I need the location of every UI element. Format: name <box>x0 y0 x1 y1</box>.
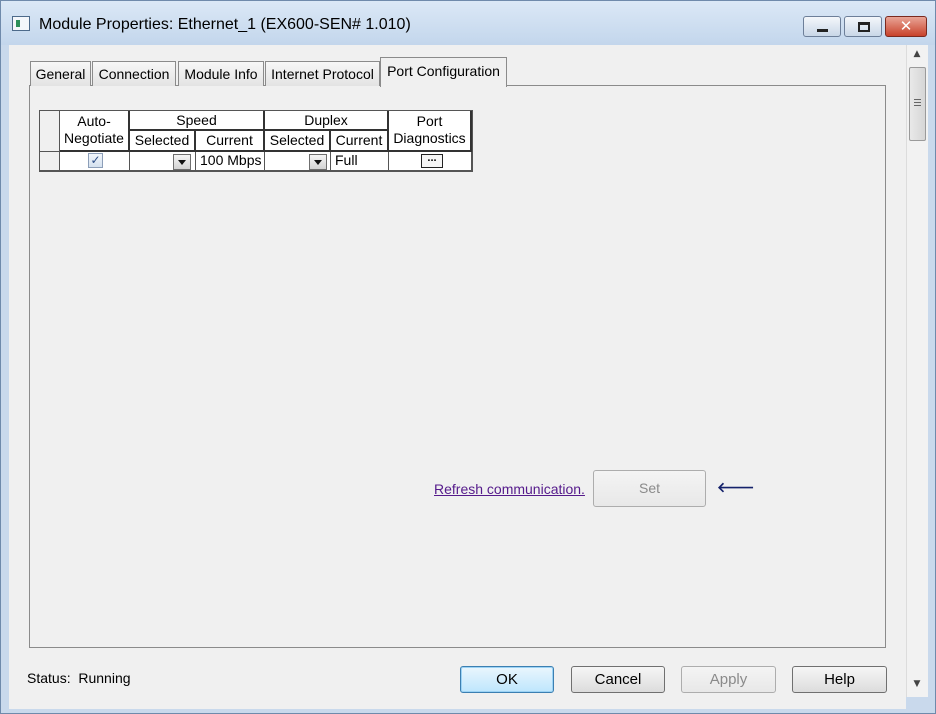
status-text: Status: Running <box>27 670 131 686</box>
port-diagnostics-button[interactable]: ... <box>421 153 443 168</box>
module-properties-window: Module Properties: Ethernet_1 (EX600-SEN… <box>0 0 936 714</box>
duplex-selected-header: Selected <box>265 131 331 152</box>
tab-internet-protocol[interactable]: Internet Protocol <box>265 61 380 86</box>
speed-selected-dropdown[interactable] <box>173 154 191 170</box>
tab-connection[interactable]: Connection <box>92 61 176 86</box>
port-configuration-table: Auto- Negotiate Speed Duplex Port Diagno… <box>39 110 473 172</box>
row-header[interactable] <box>40 152 60 171</box>
row-header-corner <box>40 111 60 152</box>
scroll-up-arrow-icon[interactable]: ▲ <box>912 49 922 59</box>
minimize-button[interactable] <box>803 16 841 37</box>
speed-current-header: Current <box>196 131 265 152</box>
auto-negotiate-header: Auto- Negotiate <box>60 111 130 152</box>
help-button[interactable]: Help <box>792 666 887 693</box>
maximize-icon <box>858 22 870 32</box>
speed-current-value: 100 Mbps <box>196 152 265 171</box>
duplex-selected-dropdown[interactable] <box>309 154 327 170</box>
title-bar[interactable]: Module Properties: Ethernet_1 (EX600-SEN… <box>1 1 935 45</box>
chevron-down-icon <box>314 160 322 165</box>
scroll-down-arrow-icon[interactable]: ▼ <box>912 679 922 689</box>
duplex-current-header: Current <box>331 131 389 152</box>
minimize-icon <box>817 29 828 32</box>
refresh-communication-link[interactable]: Refresh communication. <box>434 481 585 497</box>
duplex-header: Duplex <box>265 111 389 131</box>
window-title: Module Properties: Ethernet_1 (EX600-SEN… <box>39 16 411 33</box>
scroll-thumb[interactable] <box>909 67 926 141</box>
scroll-grip-icon <box>914 102 921 103</box>
checkmark-icon: ✓ <box>90 153 101 167</box>
apply-button[interactable]: Apply <box>681 666 776 693</box>
vertical-scrollbar[interactable]: ▲ ▼ <box>906 45 928 697</box>
module-app-icon <box>12 16 30 31</box>
close-button[interactable]: ✕ <box>885 16 927 37</box>
speed-selected-header: Selected <box>130 131 196 152</box>
set-button[interactable]: Set <box>593 470 706 507</box>
duplex-current-value: Full <box>331 152 389 171</box>
tab-module-info[interactable]: Module Info <box>178 61 264 86</box>
status-label: Status: <box>27 670 71 686</box>
speed-header: Speed <box>130 111 265 131</box>
maximize-button[interactable] <box>844 16 882 37</box>
tab-port-configuration[interactable]: Port Configuration <box>380 57 507 87</box>
close-icon: ✕ <box>899 17 913 35</box>
port-diagnostics-header: Port Diagnostics <box>389 111 472 152</box>
scroll-grip-icon <box>914 99 921 100</box>
cancel-button[interactable]: Cancel <box>571 666 665 693</box>
ok-button[interactable]: OK <box>460 666 554 693</box>
scroll-grip-icon <box>914 105 921 106</box>
left-arrow-icon: 🡐 <box>717 480 755 496</box>
status-value: Running <box>78 670 131 686</box>
auto-negotiate-checkbox[interactable]: ✓ <box>88 153 103 168</box>
tab-general[interactable]: General <box>30 61 91 86</box>
chevron-down-icon <box>178 160 186 165</box>
